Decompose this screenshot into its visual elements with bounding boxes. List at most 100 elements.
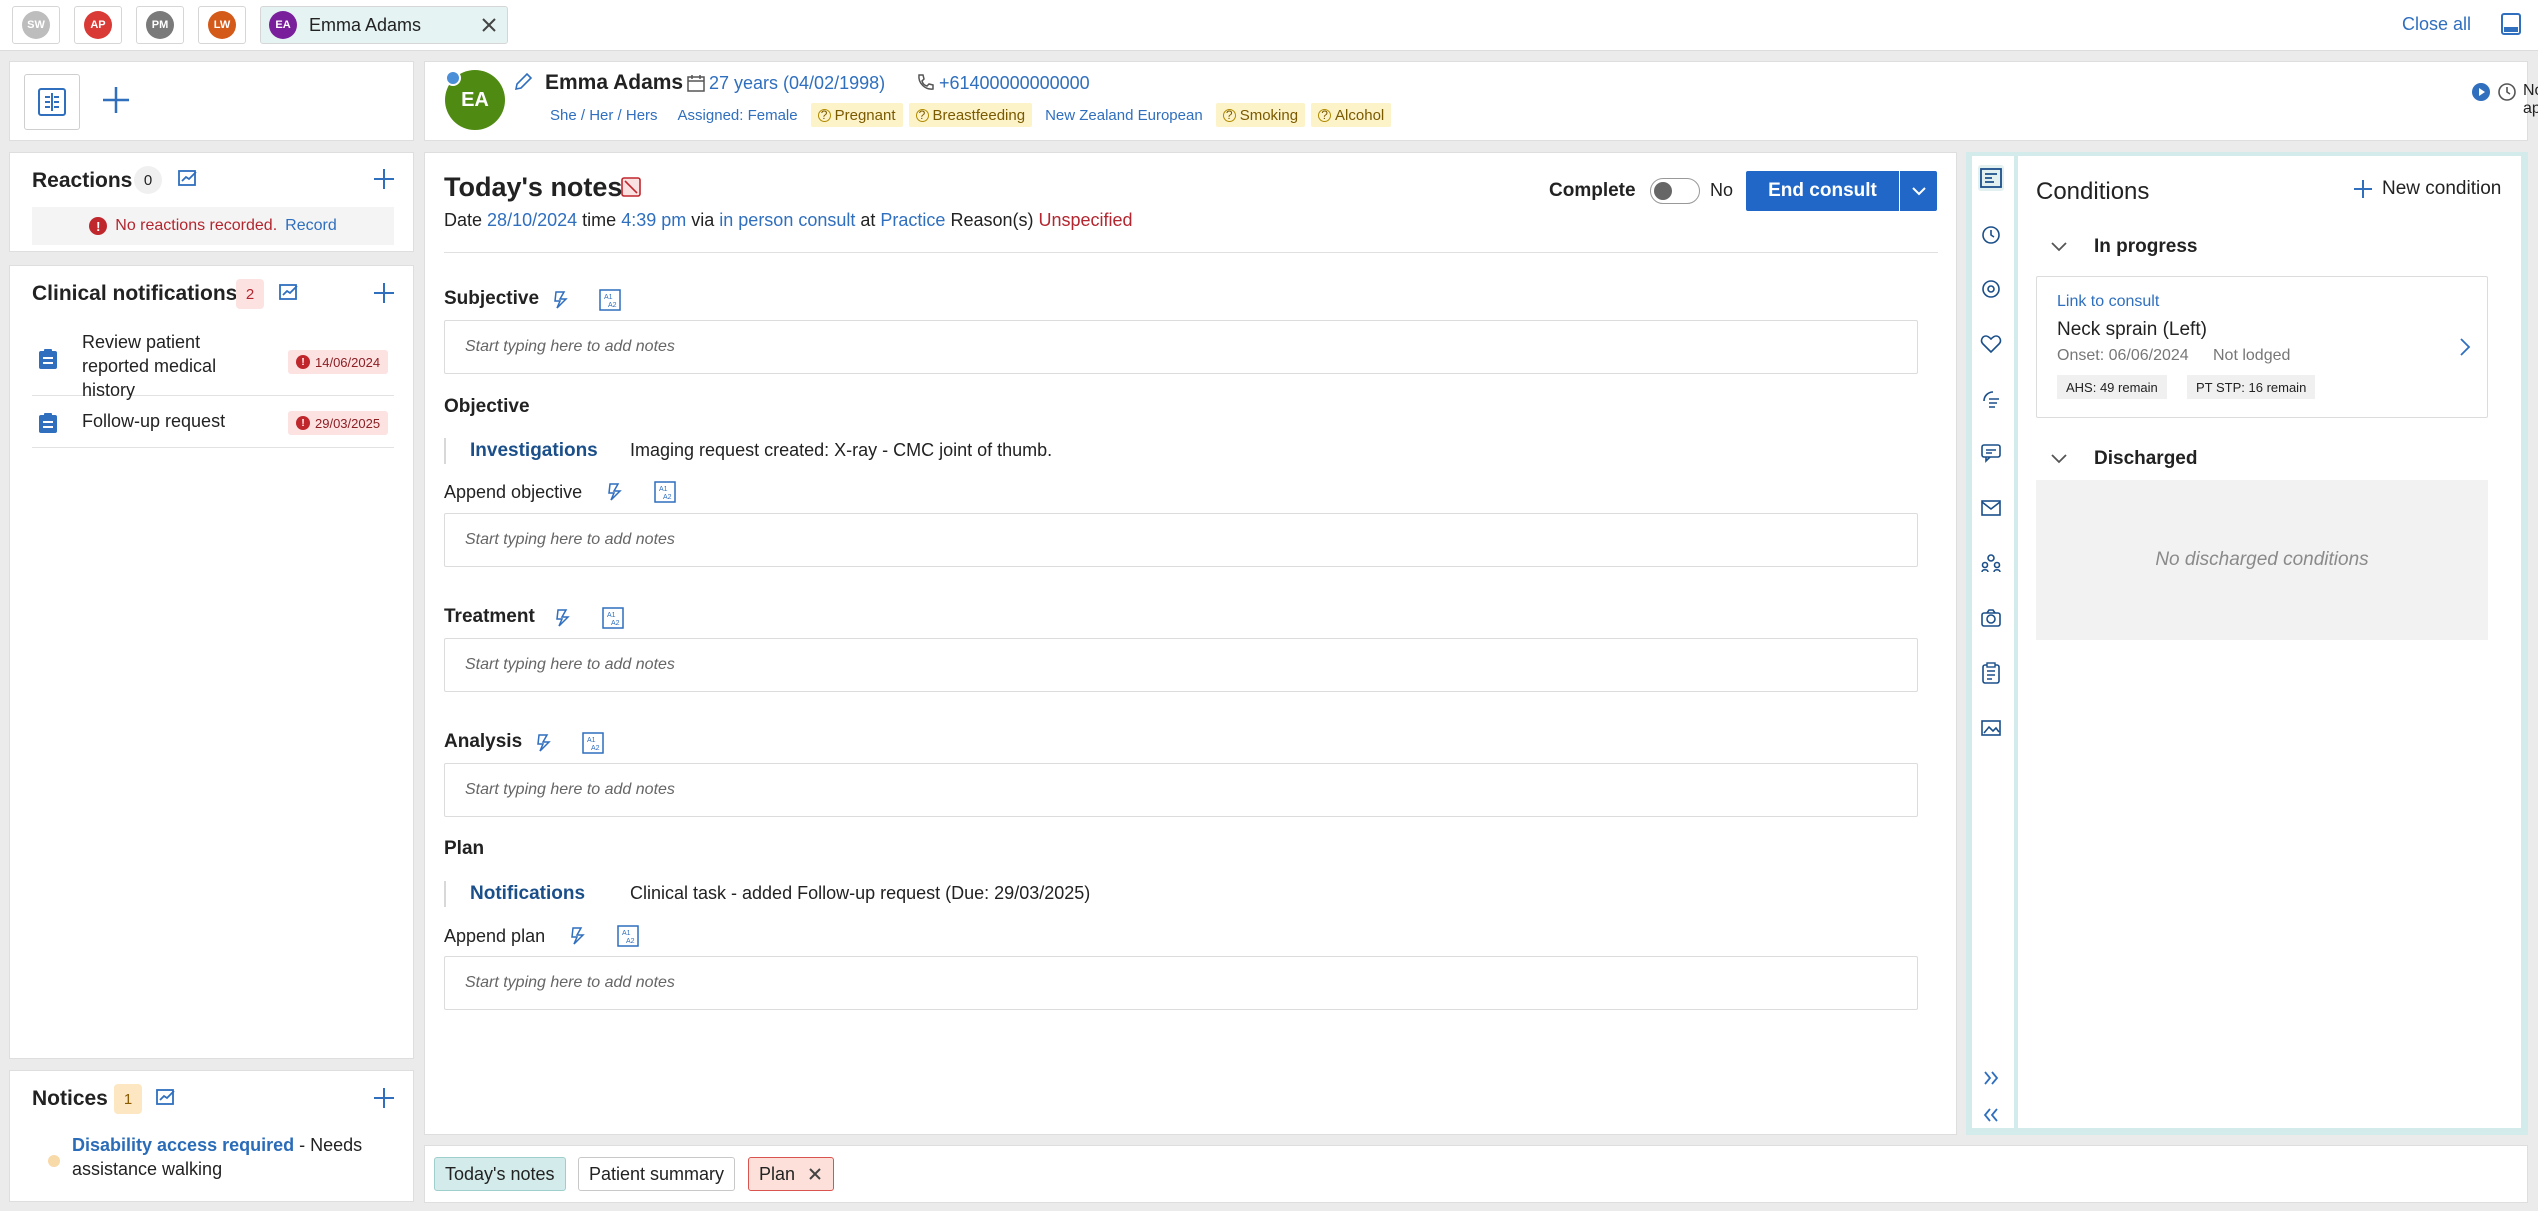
people-icon[interactable] (1978, 550, 2004, 576)
new-condition-button[interactable]: New condition (2352, 178, 2501, 200)
notes-icon[interactable] (1978, 165, 2004, 191)
toggle-knob (1654, 182, 1672, 200)
bolt-icon[interactable] (552, 290, 570, 315)
dashboard-button[interactable] (24, 74, 80, 130)
alert-icon: ! (296, 355, 310, 369)
ab-icon[interactable]: A1 A2 (617, 925, 639, 952)
close-icon[interactable] (479, 15, 499, 40)
objective-input[interactable]: Start typing here to add notes (444, 513, 1918, 567)
count-badge: 2 (236, 279, 264, 309)
date-link[interactable]: 28/10/2024 (487, 210, 577, 230)
tag-label: Alcohol (1335, 106, 1385, 124)
svg-text:A1: A1 (604, 294, 613, 301)
patient-age: 27 years (04/02/1998) (709, 73, 886, 93)
clipboard-icon[interactable] (1978, 660, 2004, 686)
tab-patient-summary[interactable]: Patient summary (578, 1157, 736, 1191)
pill-icon[interactable] (1978, 386, 2004, 412)
add-notice-icon[interactable] (372, 1086, 396, 1115)
patient-tab-pm[interactable]: PM (136, 6, 184, 44)
tab-label: Today's notes (445, 1163, 555, 1184)
pregnant-tag[interactable]: ? Pregnant (810, 103, 903, 127)
patient-tab-sw[interactable]: SW (12, 6, 60, 44)
patient-tab-lw[interactable]: LW (198, 6, 246, 44)
chat-icon[interactable] (1978, 440, 2004, 466)
patient-phone[interactable]: +61400000000000 (939, 73, 1090, 94)
layout-icon[interactable] (2500, 12, 2522, 41)
chevron-right-icon[interactable] (2459, 337, 2471, 362)
close-all-link[interactable]: Close all (2402, 14, 2471, 35)
close-icon[interactable] (807, 1166, 823, 1182)
treatment-input[interactable]: Start typing here to add notes (444, 638, 1918, 692)
image-icon[interactable] (1978, 715, 2004, 741)
svg-text:A2: A2 (611, 620, 620, 627)
condition-card[interactable]: Link to consult Neck sprain (Left) Onset… (2036, 276, 2488, 418)
heart-icon[interactable] (1978, 331, 2004, 357)
add-notification-icon[interactable] (372, 281, 396, 310)
avatar: AP (84, 11, 112, 39)
ab-icon[interactable]: A1 A2 (582, 732, 604, 759)
chart-icon[interactable] (155, 1086, 177, 1113)
bolt-icon[interactable] (606, 482, 624, 507)
add-reaction-icon[interactable] (372, 167, 396, 196)
list-item[interactable]: Follow-up request ! 29/03/2025 (32, 398, 394, 448)
notifications-title: Clinical notifications (32, 282, 238, 305)
complete-toggle[interactable] (1650, 178, 1700, 204)
in-progress-heading[interactable]: In progress (2094, 236, 2197, 258)
play-icon[interactable] (2471, 82, 2491, 107)
chevron-down-icon[interactable] (2050, 240, 2068, 258)
record-link[interactable]: Record (285, 217, 337, 235)
mail-icon[interactable] (1978, 495, 2004, 521)
patient-tab-active[interactable]: EA Emma Adams (260, 6, 508, 44)
camera-icon[interactable] (1978, 605, 2004, 631)
chart-icon[interactable] (177, 167, 199, 194)
consult-details: Date 28/10/2024 time 4:39 pm via in pers… (444, 210, 1133, 231)
time-link[interactable]: 4:39 pm (621, 210, 686, 230)
smoking-tag[interactable]: ? Smoking (1215, 103, 1306, 127)
bolt-icon[interactable] (535, 733, 553, 758)
section-label: Subjective (444, 288, 540, 309)
edit-icon[interactable] (513, 72, 533, 97)
ab-icon[interactable]: A1 A2 (602, 607, 624, 634)
patient-tab-ap[interactable]: AP (74, 6, 122, 44)
history-icon[interactable] (1978, 222, 2004, 248)
notice-item[interactable]: Disability access required - Needs assis… (72, 1133, 402, 1181)
location-link[interactable]: Practice (880, 210, 945, 230)
due-date-badge: ! 29/03/2025 (288, 411, 389, 435)
tab-plan[interactable]: Plan (748, 1157, 835, 1191)
patient-header: EA Emma Adams 27 years (04/02/1998) +614… (424, 61, 2538, 141)
breastfeeding-tag[interactable]: ? Breastfeeding (908, 103, 1033, 127)
no-print-icon[interactable] (620, 176, 642, 203)
end-consult-button[interactable]: End consult (1746, 171, 1899, 211)
bolt-icon[interactable] (569, 926, 587, 951)
list-item[interactable]: Review patient reported medical history … (32, 324, 394, 400)
collapse-icon[interactable] (1978, 1102, 2004, 1128)
subjective-input[interactable]: Start typing here to add notes (444, 320, 1918, 374)
alcohol-tag[interactable]: ? Alcohol (1311, 103, 1392, 127)
avatar: LW (208, 11, 236, 39)
notice-link[interactable]: Disability access required (72, 1135, 294, 1155)
svg-text:A1: A1 (607, 612, 616, 619)
expand-icon[interactable] (1978, 1065, 2004, 1091)
link-to-consult[interactable]: Link to consult (2057, 293, 2159, 311)
plan-input[interactable]: Start typing here to add notes (444, 956, 1918, 1010)
svg-text:A2: A2 (626, 938, 635, 945)
count-badge: 0 (134, 166, 162, 194)
tag-label: Pregnant (834, 106, 896, 124)
plus-icon[interactable] (100, 84, 132, 121)
ab-icon[interactable]: A1 A2 (599, 289, 621, 316)
chevron-down-icon[interactable] (2050, 452, 2068, 470)
discharged-heading[interactable]: Discharged (2094, 448, 2197, 470)
stethoscope-icon[interactable] (1978, 276, 2004, 302)
reason-link[interactable]: Unspecified (1039, 210, 1133, 230)
reactions-panel: Reactions 0 ! No reactions recorded. Rec… (9, 152, 414, 252)
page-title: Today's notes (444, 172, 623, 202)
via-link[interactable]: in person consult (719, 210, 855, 230)
tab-todays-notes[interactable]: Today's notes (434, 1157, 566, 1191)
analysis-input[interactable]: Start typing here to add notes (444, 763, 1918, 817)
phone-icon (915, 73, 935, 98)
bolt-icon[interactable] (554, 608, 572, 633)
end-consult-dropdown[interactable] (1900, 171, 1937, 211)
avatar: PM (146, 11, 174, 39)
ab-icon[interactable]: A1 A2 (654, 481, 676, 508)
chart-icon[interactable] (278, 281, 300, 308)
